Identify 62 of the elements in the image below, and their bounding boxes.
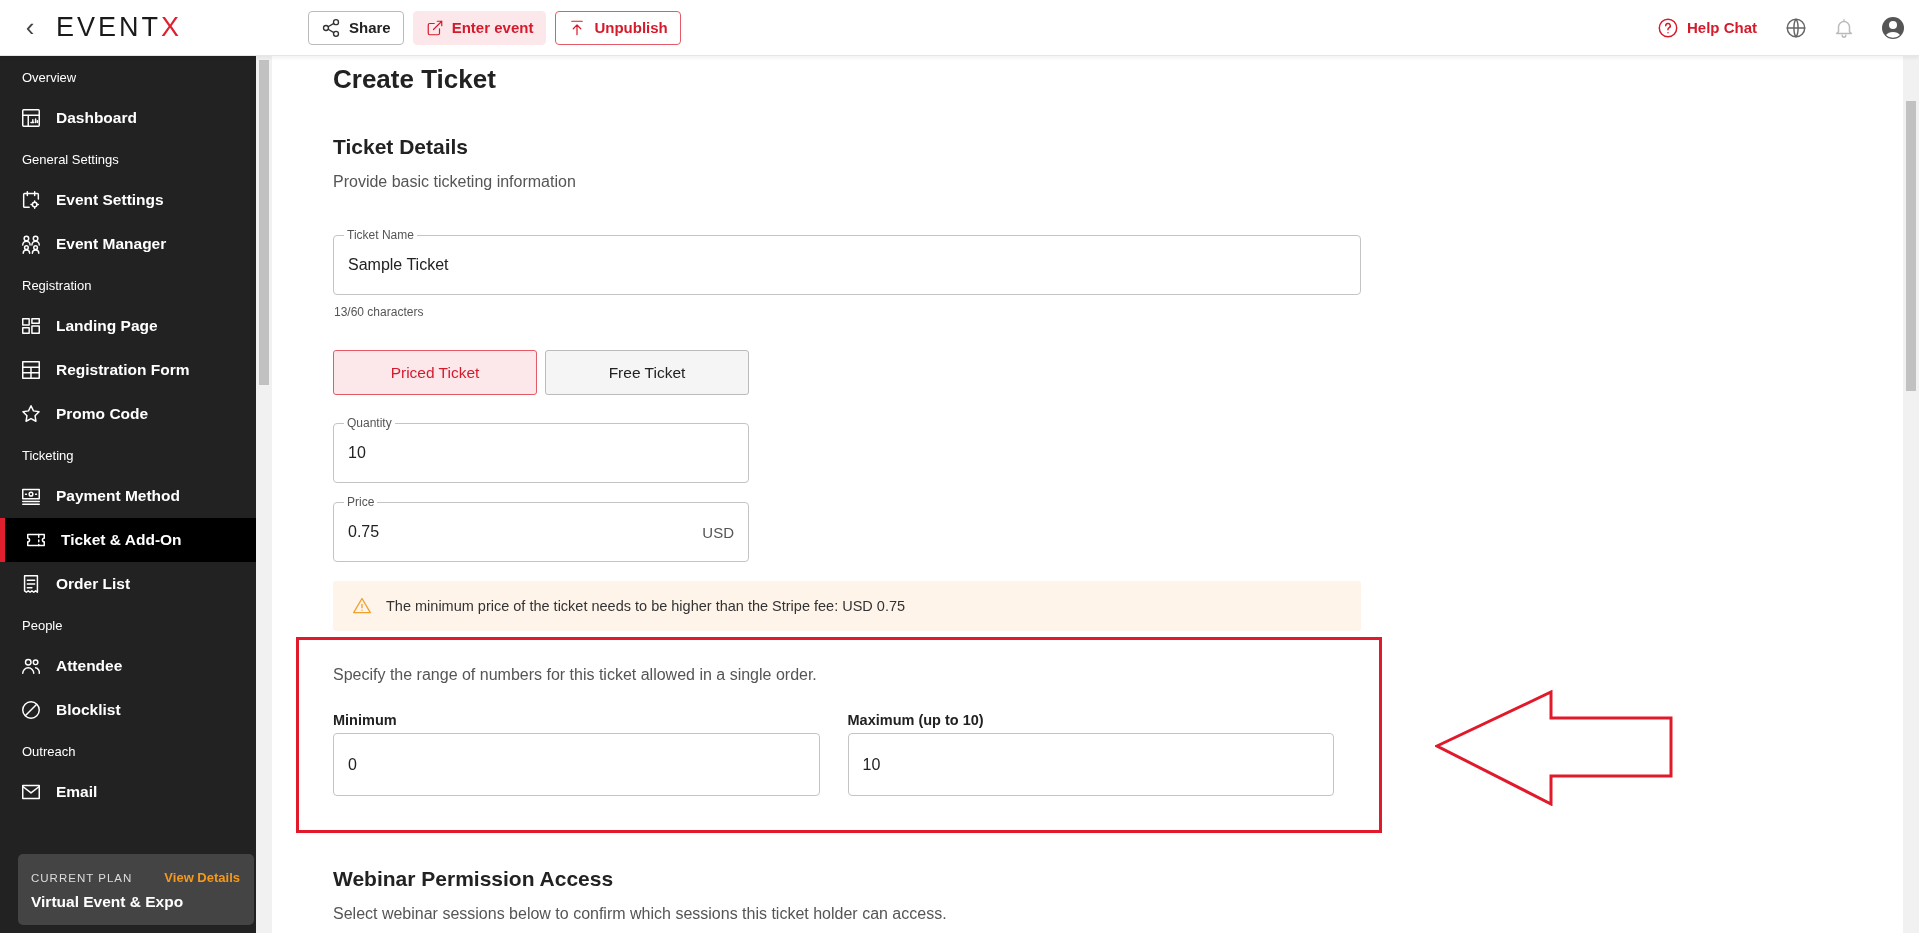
block-icon [20, 699, 42, 721]
sidebar-item[interactable]: Blocklist [0, 688, 256, 732]
dashboard-icon [20, 107, 42, 129]
field-label: Maximum (up to 10) [847, 712, 985, 728]
table-icon [20, 359, 42, 381]
sidebar-item[interactable]: Payment Method [0, 474, 256, 518]
star-icon [20, 403, 42, 425]
currency-label: USD [702, 523, 734, 541]
enter-button[interactable]: Enter event [412, 10, 547, 45]
sidebar-section-title: People [21, 617, 64, 635]
share-icon [321, 17, 341, 38]
sidebar-item[interactable]: Dashboard [0, 96, 256, 140]
people-icon [20, 233, 42, 255]
unpublish-button[interactable]: Unpublish [555, 10, 681, 45]
sidebar-item[interactable]: Email [0, 770, 256, 814]
user-avatar-icon [1881, 15, 1905, 40]
warning-icon [352, 596, 372, 616]
field-label: Minimum [333, 712, 398, 728]
maximum-field[interactable]: 10 [848, 734, 1333, 795]
section-title: Webinar Permission Access [333, 867, 615, 891]
sidebar-item[interactable]: Event Settings [0, 178, 256, 222]
sidebar-item[interactable]: Promo Code [0, 392, 256, 436]
globe-icon [1785, 16, 1807, 39]
warning-text: The minimum price of the ticket needs to be higher than the Stripe fee: USD 0.75 [386, 598, 906, 614]
share-button[interactable]: Share [308, 10, 404, 45]
sidebar-section-title: Registration [21, 277, 93, 295]
sidebar-item[interactable]: Order List [0, 562, 256, 606]
sidebar-item[interactable]: Event Manager [0, 222, 256, 266]
external-link-icon [425, 18, 444, 37]
character-counter: 13/60 characters [334, 305, 425, 319]
range-description: Specify the range of numbers for this ticket allowed in a single order. [333, 666, 818, 684]
ticket-type-button[interactable]: Priced Ticket [333, 350, 537, 395]
bell-icon [1833, 16, 1855, 39]
help-chat-button[interactable]: Help Chat [1651, 15, 1763, 40]
sidebar-item[interactable]: Attendee [0, 644, 256, 688]
sidebar-item[interactable]: Ticket & Add-On [0, 518, 256, 562]
page-scrollbar[interactable] [1903, 56, 1919, 933]
sidebar-item[interactable]: Registration Form [0, 348, 256, 392]
account-button[interactable] [1881, 15, 1905, 40]
sidebar-scrollbar[interactable] [256, 56, 272, 933]
sidebar-section-title: Overview [21, 69, 78, 87]
logo: EVENTX [56, 12, 184, 43]
section-subtitle: Select webinar sessions below to confirm which sessions this ticket holder can access. [333, 905, 948, 923]
layout-icon [20, 315, 42, 337]
section-title: Ticket Details [333, 135, 469, 159]
notification-button[interactable] [1833, 16, 1855, 39]
language-button[interactable] [1785, 16, 1807, 39]
view-details-link[interactable]: View Details [164, 870, 240, 885]
help-icon [1657, 16, 1679, 39]
calendar-gear-icon [20, 189, 42, 211]
sidebar-section-title: General Settings [21, 151, 120, 169]
plan-caption: CURRENT PLAN [31, 871, 133, 884]
field-label: Quantity [344, 416, 395, 431]
plan-name: Virtual Event & Expo [31, 893, 185, 911]
ticket-type-button[interactable]: Free Ticket [545, 350, 749, 395]
sidebar-section-title: Outreach [21, 743, 77, 761]
sidebar-section-title: Ticketing [21, 447, 75, 465]
sidebar-item[interactable]: Landing Page [0, 304, 256, 348]
back-button[interactable]: ‹ [10, 11, 50, 44]
section-subtitle: Provide basic ticketing information [333, 173, 577, 191]
minimum-field[interactable]: 0 [334, 734, 819, 795]
page-title: Create Ticket [333, 64, 497, 95]
